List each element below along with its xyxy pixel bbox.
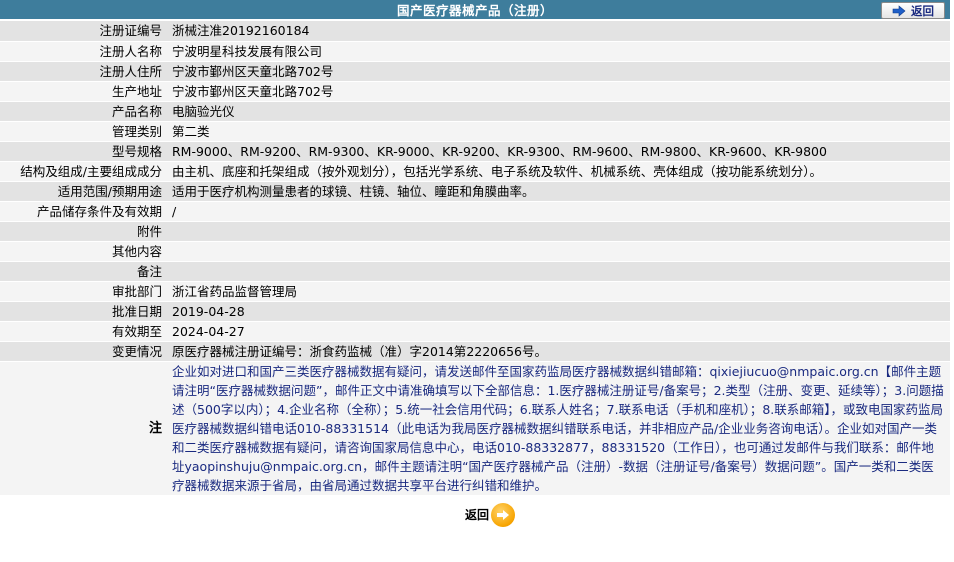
note-text: 企业如对进口和国产三类医疗器械数据有疑问，请发送邮件至国家药监局医疗器械数据纠错…	[168, 361, 950, 496]
table-row: 产品名称 电脑验光仪	[0, 101, 950, 122]
row-label: 其他内容	[0, 241, 168, 262]
row-value: 由主机、底座和托架组成（按外观划分），包括光学系统、电子系统及软件、机械系统、壳…	[168, 161, 950, 182]
row-value: 浙江省药品监督管理局	[168, 281, 950, 302]
row-value: RM-9000、RM-9200、RM-9300、KR-9000、KR-9200、…	[168, 141, 950, 162]
detail-panel: 国产医疗器械产品（注册） 返回 注册证编号 浙械注准20192160184 注册人名…	[0, 0, 950, 534]
row-label: 产品名称	[0, 101, 168, 122]
row-label: 管理类别	[0, 121, 168, 142]
row-value: 原医疗器械注册证编号：浙食药监械（准）字2014第2220656号。	[168, 341, 950, 362]
table-row: 结构及组成/主要组成成分 由主机、底座和托架组成（按外观划分），包括光学系统、电子…	[0, 161, 950, 182]
row-label: 附件	[0, 221, 168, 242]
registration-info-table: 注册证编号 浙械注准20192160184 注册人名称 宁波明星科技发展有限公司 注册人…	[0, 21, 950, 496]
row-label: 变更情况	[0, 341, 168, 362]
table-row: 注册证编号 浙械注准20192160184	[0, 21, 950, 42]
row-value: 浙械注准20192160184	[168, 21, 950, 42]
row-label: 审批部门	[0, 281, 168, 302]
row-label: 产品储存条件及有效期	[0, 201, 168, 222]
note-label: 注	[0, 361, 168, 496]
row-label: 有效期至	[0, 321, 168, 342]
table-row: 变更情况 原医疗器械注册证编号：浙食药监械（准）字2014第2220656号。	[0, 341, 950, 362]
table-row: 产品储存条件及有效期 /	[0, 201, 950, 222]
row-value: 2019-04-28	[168, 301, 950, 322]
table-row: 管理类别 第二类	[0, 121, 950, 142]
table-row: 型号规格 RM-9000、RM-9200、RM-9300、KR-9000、KR-9…	[0, 141, 950, 162]
row-label: 注册人住所	[0, 61, 168, 82]
row-value	[168, 221, 950, 242]
row-value: 适用于医疗机构测量患者的球镜、柱镜、轴位、瞳距和角膜曲率。	[168, 181, 950, 202]
row-label: 备注	[0, 261, 168, 282]
back-button-bottom[interactable]: 返回	[464, 502, 515, 527]
table-row: 批准日期 2019-04-28	[0, 301, 950, 322]
row-value: /	[168, 201, 950, 222]
note-row: 注企业如对进口和国产三类医疗器械数据有疑问，请发送邮件至国家药监局医疗器械数据纠…	[0, 361, 950, 496]
table-row: 其他内容	[0, 241, 950, 262]
row-label: 批准日期	[0, 301, 168, 322]
table-row: 注册人名称 宁波明星科技发展有限公司	[0, 41, 950, 62]
row-label: 结构及组成/主要组成成分	[0, 161, 168, 182]
table-row: 有效期至 2024-04-27	[0, 321, 950, 342]
row-value: 宁波市鄞州区天童北路702号	[168, 81, 950, 102]
footer: 返回	[0, 496, 950, 534]
page-title: 国产医疗器械产品（注册）	[396, 3, 553, 18]
row-label: 注册证编号	[0, 21, 168, 42]
row-value: 第二类	[168, 121, 950, 142]
row-label: 适用范围/预期用途	[0, 181, 168, 202]
row-value	[168, 261, 950, 282]
row-label: 注册人名称	[0, 41, 168, 62]
row-value: 宁波市鄞州区天童北路702号	[168, 61, 950, 82]
table-row: 备注	[0, 261, 950, 282]
table-row: 生产地址 宁波市鄞州区天童北路702号	[0, 81, 950, 102]
back-button-bottom-label: 返回	[464, 508, 489, 522]
row-label: 型号规格	[0, 141, 168, 162]
table-row: 附件	[0, 221, 950, 242]
table-row: 审批部门 浙江省药品监督管理局	[0, 281, 950, 302]
row-value: 宁波明星科技发展有限公司	[168, 41, 950, 62]
row-value	[168, 241, 950, 262]
back-button-top-label: 返回	[911, 3, 934, 18]
table-row: 适用范围/预期用途 适用于医疗机构测量患者的球镜、柱镜、轴位、瞳距和角膜曲率。	[0, 181, 950, 202]
arrow-right-circle-icon	[491, 502, 515, 527]
table-row: 注册人住所 宁波市鄞州区天童北路702号	[0, 61, 950, 82]
arrow-right-icon	[892, 4, 906, 17]
back-button-top[interactable]: 返回	[881, 2, 945, 19]
row-label: 生产地址	[0, 81, 168, 102]
row-value: 2024-04-27	[168, 321, 950, 342]
row-value: 电脑验光仪	[168, 101, 950, 122]
title-bar: 国产医疗器械产品（注册） 返回	[0, 0, 950, 21]
